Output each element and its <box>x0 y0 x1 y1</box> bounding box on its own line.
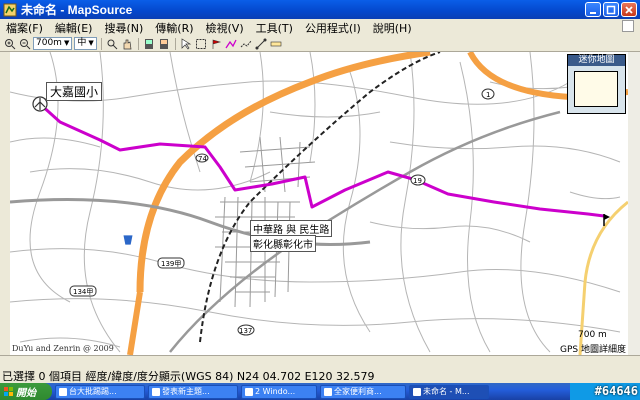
browser-icon <box>324 387 332 396</box>
windows-logo-icon <box>4 386 13 396</box>
route-137-shield: 137 <box>237 324 255 336</box>
menu-tools[interactable]: 工具(T) <box>250 20 299 36</box>
start-label[interactable]: 大嘉國小 <box>46 82 103 101</box>
menu-transfer[interactable]: 傳輸(R) <box>149 20 199 36</box>
restore-icon <box>606 5 616 14</box>
browser-icon <box>59 387 67 396</box>
detail-select[interactable]: 中 ▼ <box>74 37 97 50</box>
taskbar: 開始 台大批踢踢... 發表新主題... 2 Windo... 全家便利商...… <box>0 383 640 400</box>
taskbar-item-mapsource[interactable]: 未命名 - M... <box>409 384 489 399</box>
selection-box-icon[interactable] <box>195 37 208 50</box>
minimize-icon <box>590 11 596 14</box>
vertical-scrollbar[interactable] <box>628 52 640 355</box>
start-button[interactable]: 開始 <box>0 383 52 400</box>
close-button[interactable] <box>621 2 637 17</box>
watermark: #64646 <box>594 384 638 398</box>
start-label: 開始 <box>16 388 36 399</box>
start-marker-icon[interactable] <box>32 96 48 112</box>
taskbar-item-ptt[interactable]: 台大批踢踢... <box>55 384 145 399</box>
city-label[interactable]: 彰化縣彰化市 <box>250 235 316 252</box>
status-bar: 已選擇 0 個項目 經度/緯度/度分顯示(WGS 84) N24 04.702 … <box>0 355 640 383</box>
map-canvas[interactable]: 1 19 137 139甲 134甲 74 <box>10 52 628 355</box>
menu-view[interactable]: 檢視(V) <box>200 20 250 36</box>
route-1-shield: 1 <box>481 88 495 100</box>
menubar-close-icon[interactable] <box>622 20 634 32</box>
menu-bar: 檔案(F) 編輯(E) 搜尋(N) 傳輸(R) 檢視(V) 工具(T) 公用程式… <box>0 19 640 36</box>
overview-map[interactable]: 迷你地圖 <box>567 54 626 114</box>
highway-shield-icon <box>122 234 134 246</box>
toolbar-separator <box>174 37 176 50</box>
toolbar-separator <box>137 37 139 50</box>
select-tool-icon[interactable] <box>180 37 193 50</box>
route-139-label: 139甲 <box>161 260 181 268</box>
ruler-icon[interactable] <box>270 37 283 50</box>
menu-find[interactable]: 搜尋(N) <box>98 20 149 36</box>
route-19-label: 19 <box>413 177 422 185</box>
taskbar-item-label: 發表新主題... <box>162 386 210 396</box>
zoom-value: 700m <box>36 38 62 48</box>
map-detail-label: GPS 地圖詳細度 <box>560 345 626 355</box>
device-receive-icon[interactable] <box>143 37 156 50</box>
overview-title: 迷你地圖 <box>568 55 625 66</box>
window-title: 未命名 - MapSource <box>21 3 133 17</box>
zoom-select[interactable]: 700m ▼ <box>33 37 73 50</box>
taskbar-item-label: 台大批踢踢... <box>69 386 117 396</box>
menu-edit[interactable]: 編輯(E) <box>49 20 99 36</box>
device-send-icon[interactable] <box>158 37 171 50</box>
hand-tool-icon[interactable] <box>121 37 134 50</box>
map-copyright: DuYu and Zenrin @ 2009 <box>12 344 114 353</box>
distance-tool-icon[interactable] <box>255 37 268 50</box>
route-139-shield: 139甲 <box>157 257 185 269</box>
mapsource-icon <box>3 3 17 16</box>
close-icon <box>625 5 633 14</box>
detail-value: 中 <box>77 38 87 48</box>
menu-file[interactable]: 檔案(F) <box>0 20 49 36</box>
minimize-button[interactable] <box>585 2 601 17</box>
overview-viewport[interactable] <box>574 71 618 107</box>
toolbar-separator <box>100 37 102 50</box>
folder-icon <box>245 387 253 396</box>
route-74-shield: 74 <box>195 153 209 163</box>
waypoint-tool-icon[interactable] <box>210 37 223 50</box>
route-19-shield: 19 <box>410 174 426 186</box>
zoom-tool-icon[interactable] <box>106 37 119 50</box>
route-tool-icon[interactable] <box>225 37 238 50</box>
menu-help[interactable]: 說明(H) <box>367 20 418 36</box>
mapsource-icon <box>413 387 421 396</box>
route-137-label: 137 <box>239 327 252 335</box>
track-tool-icon[interactable] <box>240 37 253 50</box>
taskbar-item-windows[interactable]: 2 Windo... <box>241 384 317 399</box>
route-1-label: 1 <box>486 91 490 99</box>
zoom-out-icon[interactable] <box>18 37 31 50</box>
taskbar-item-label: 2 Windo... <box>255 386 296 396</box>
browser-icon <box>152 387 160 396</box>
status-text: 已選擇 0 個項目 經度/緯度/度分顯示(WGS 84) N24 04.702 … <box>2 370 375 383</box>
taskbar-item-label: 未命名 - M... <box>423 386 470 396</box>
taskbar-item-familymart[interactable]: 全家便利商... <box>320 384 406 399</box>
restore-button[interactable] <box>603 2 619 17</box>
taskbar-item-post[interactable]: 發表新主題... <box>148 384 238 399</box>
zoom-in-icon[interactable] <box>3 37 16 50</box>
title-bar: 未命名 - MapSource <box>0 0 640 19</box>
scale-label: 700 m <box>578 330 607 340</box>
toolbar: 700m ▼ 中 ▼ <box>0 36 640 52</box>
route-134-shield: 134甲 <box>69 285 97 297</box>
taskbar-item-label: 全家便利商... <box>334 386 382 396</box>
route-134-label: 134甲 <box>73 288 93 296</box>
route-74-label: 74 <box>198 155 207 163</box>
menu-utilities[interactable]: 公用程式(I) <box>299 20 367 36</box>
